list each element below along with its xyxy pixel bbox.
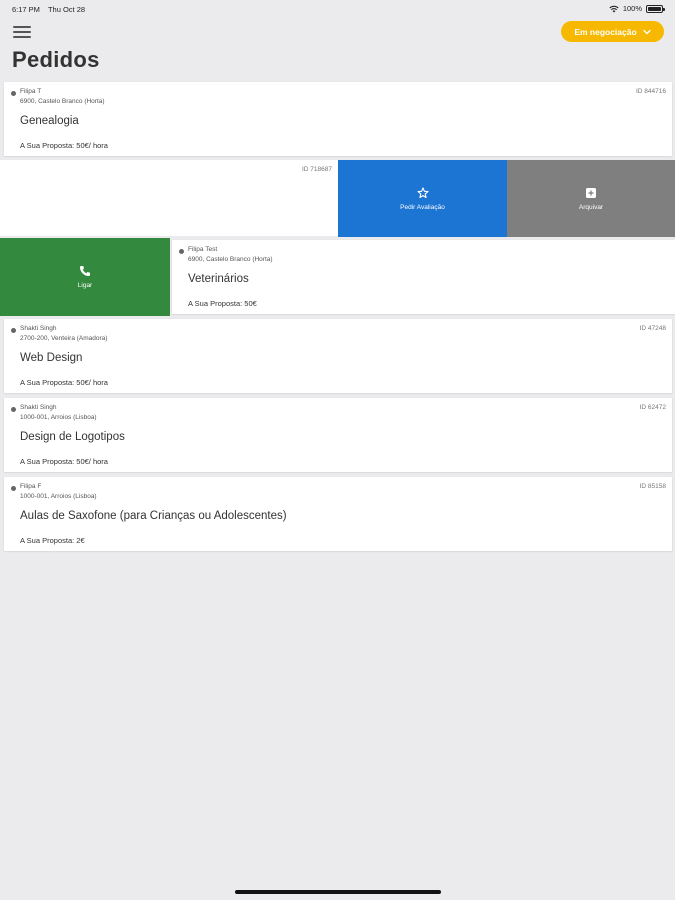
page-title: Pedidos [12,47,100,72]
order-service: Genealogia [20,115,79,127]
order-id: ID 47248 [639,325,666,332]
order-client: Shakti Singh [20,325,57,332]
status-time: 6:17 PM [12,5,40,14]
order-client: Shakti Singh [20,404,57,411]
order-client: Filipa F [20,483,42,490]
order-proposal: A Sua Proposta: 2€ [20,536,85,545]
order-card[interactable]: Shakti Singh 1000-001, Arroios (Lisboa) … [4,398,672,472]
order-service: Design de Logotipos [20,431,125,443]
order-location: 2700-200, Venteira (Amadora) [20,335,108,342]
request-evaluation-button[interactable]: Pedir Avaliação [338,160,507,237]
status-dot [11,91,16,96]
hamburger-icon[interactable] [13,25,31,39]
order-card[interactable]: Shakti Singh 2700-200, Venteira (Amadora… [4,319,672,393]
order-location: 1000-001, Arroios (Lisboa) [20,414,97,421]
phone-icon [80,266,90,276]
battery-icon [646,4,665,13]
status-bar: 6:17 PM Thu Oct 28 100% [0,0,675,18]
order-client: Filipa Test [188,246,218,253]
order-service: Web Design [20,352,83,364]
order-card[interactable]: Filipa Test 6900, Castelo Branco (Horta)… [172,240,675,314]
order-proposal: A Sua Proposta: 50€/ hora [20,378,108,387]
order-service: Veterinários [188,273,249,285]
order-card[interactable]: Filipa F 1000-001, Arroios (Lisboa) Aula… [4,477,672,551]
archive-box-icon [586,187,596,198]
order-id: ID 718687 [302,166,332,173]
order-proposal: A Sua Proposta: 50€/ hora [20,141,108,150]
archive-label: Arquivar [578,203,604,211]
order-service: Aulas de Saxofone (para Crianças ou Adol… [20,510,287,522]
status-dot [11,407,16,412]
order-location: 6900, Castelo Branco (Horta) [20,98,105,105]
star-icon [416,186,429,198]
call-label: Ligar [77,282,93,289]
battery-percent: 100% [622,4,642,13]
order-proposal: A Sua Proposta: 50€ [188,299,257,308]
order-id: ID 85158 [639,483,666,490]
request-evaluation-label: Pedir Avaliação [400,203,445,211]
archive-button[interactable]: Arquivar [507,160,675,237]
status-filter-label: Em negociação [574,26,637,37]
order-location: 6900, Castelo Branco (Horta) [188,256,273,263]
status-dot [179,249,184,254]
home-indicator[interactable] [235,890,441,894]
chevron-down-icon [642,29,651,34]
order-client: Filipa T [20,88,42,95]
order-location: 1000-001, Arroios (Lisboa) [20,493,97,500]
status-dot [11,328,16,333]
order-proposal: A Sua Proposta: 50€/ hora [20,457,108,466]
order-id: ID 844716 [636,88,666,95]
status-date: Thu Oct 28 [47,5,86,14]
order-card[interactable]: ID 718687 [0,160,338,236]
status-filter-dropdown[interactable]: Em negociação [561,21,664,42]
order-card[interactable]: Filipa T 6900, Castelo Branco (Horta) Ge… [4,82,672,156]
status-dot [11,486,16,491]
call-button[interactable]: Ligar [0,238,170,316]
wifi-icon [609,5,619,12]
order-id: ID 62472 [639,404,666,411]
